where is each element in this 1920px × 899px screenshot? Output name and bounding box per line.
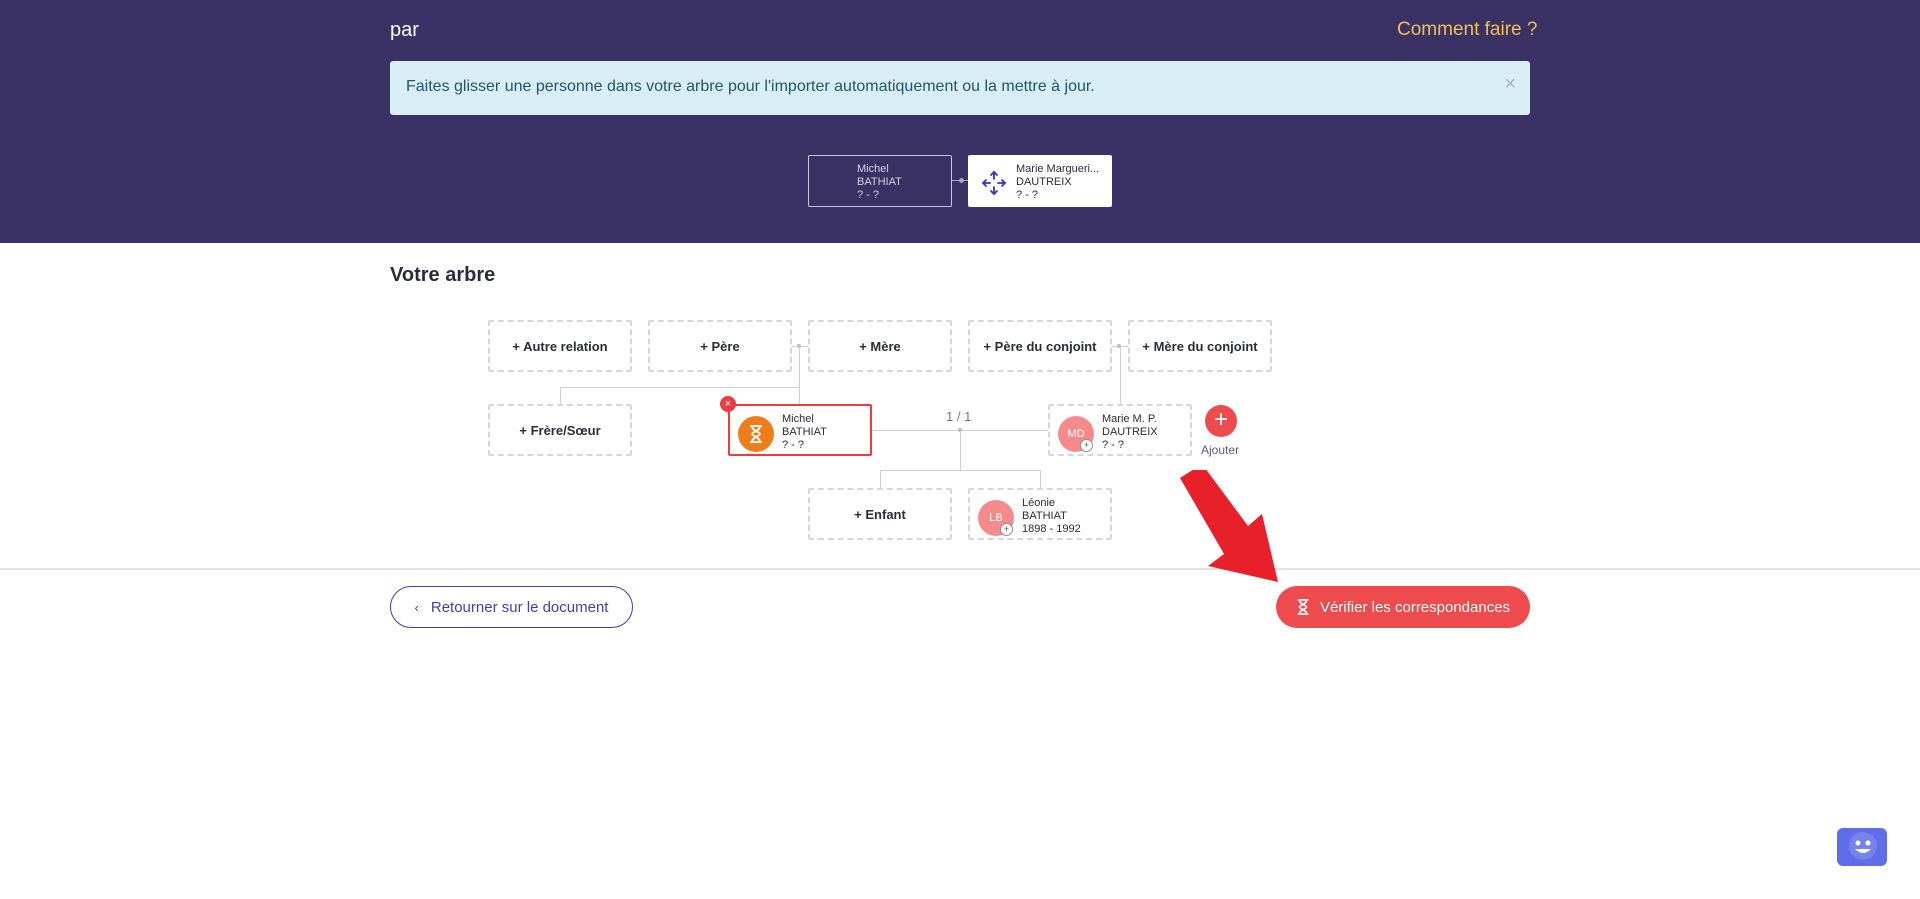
add-small-icon[interactable]: + — [1000, 523, 1013, 536]
hourglass-icon — [1297, 599, 1309, 615]
hourglass-icon — [738, 416, 774, 452]
add-small-icon[interactable]: + — [1080, 439, 1093, 452]
first-name: Léonie — [1022, 497, 1056, 509]
dates: 1898 - 1992 — [1022, 523, 1081, 535]
spouse-pager: 1 / 1 — [946, 409, 972, 424]
connector-line — [799, 346, 800, 404]
chevron-left-icon: ‹ — [414, 599, 419, 615]
divider — [0, 568, 1920, 570]
last-name: BATHIAT — [782, 426, 827, 438]
connector-line — [880, 470, 881, 488]
chat-bot-icon — [1849, 832, 1877, 860]
add-spouse-father-button[interactable]: + Père du conjoint — [968, 320, 1112, 372]
first-name: Michel — [782, 413, 814, 425]
back-to-document-button[interactable]: ‹ Retourner sur le document — [390, 586, 633, 628]
add-father-button[interactable]: + Père — [648, 320, 792, 372]
connector-line — [1120, 346, 1121, 404]
add-label: Ajouter — [1201, 443, 1240, 457]
add-mother-button[interactable]: + Mère — [808, 320, 952, 372]
dates: ? - ? — [782, 439, 805, 451]
connector-line — [880, 470, 1041, 471]
main-person-card[interactable]: Michel BATHIAT ? - ? — [728, 404, 872, 456]
connector-line — [960, 430, 961, 470]
add-sibling-button[interactable]: + Frère/Sœur — [488, 404, 632, 456]
add-spouse-mother-button[interactable]: + Mère du conjoint — [1128, 320, 1272, 372]
verify-label: Vérifier les correspondances — [1319, 598, 1511, 616]
connector-line — [1040, 470, 1041, 488]
child-card[interactable]: LB + Léonie BATHIAT 1898 - 1992 — [968, 488, 1112, 540]
add-child-button[interactable]: + Enfant — [808, 488, 952, 540]
spouse-card[interactable]: MD + Marie M. P. DAUTREIX ? - ? — [1048, 404, 1192, 456]
add-other-relation-button[interactable]: + Autre relation — [488, 320, 632, 372]
back-label: Retourner sur le document — [430, 598, 609, 616]
arrow-annotation-icon — [1180, 470, 1278, 582]
last-name: BATHIAT — [1022, 510, 1067, 522]
connector-line — [560, 387, 561, 404]
verify-matches-button[interactable]: Vérifier les correspondances — [1276, 586, 1530, 628]
last-name: DAUTREIX — [1102, 426, 1158, 438]
first-name: Marie M. P. — [1102, 413, 1157, 425]
add-spouse-button[interactable]: + — [1205, 405, 1237, 437]
remove-person-icon[interactable]: × — [720, 396, 736, 412]
connector-line — [560, 387, 800, 388]
family-tree: + Autre relation + Père + Mère + Père du… — [0, 0, 1920, 560]
dates: ? - ? — [1102, 439, 1125, 451]
chat-widget-button[interactable] — [1837, 828, 1887, 866]
